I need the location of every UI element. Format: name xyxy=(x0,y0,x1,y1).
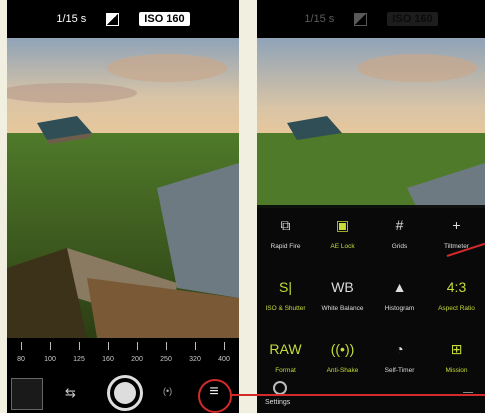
option-level[interactable]: + Tiltmeter xyxy=(428,213,485,263)
ruler-tick xyxy=(166,342,167,350)
option-label: Histogram xyxy=(384,305,415,312)
option-label: Aspect Ratio xyxy=(438,305,475,312)
timer-icon: ◔ xyxy=(395,341,404,357)
exposure-icon xyxy=(354,12,368,26)
iso-ruler[interactable]: 80 100 125 160 200 250 320 400 xyxy=(7,338,239,374)
mission-icon: ⊞ xyxy=(450,340,463,357)
option-camera-burst[interactable]: ⧉ Rapid Fire xyxy=(257,213,314,263)
right-camera-screen: 1/15 s ISO 160 ⧉ Rapid Fire ▣ AE Lock # Grids… xyxy=(257,0,485,413)
aspect-ratio-icon: 4:3 xyxy=(446,279,467,295)
option-label: Anti-Shake xyxy=(326,367,359,374)
ruler-label: 80 xyxy=(17,356,25,363)
callout-line xyxy=(230,394,485,396)
option-lock[interactable]: ▣ AE Lock xyxy=(314,213,371,263)
swap-icon[interactable]: ⇆ xyxy=(65,385,76,401)
ruler-tick xyxy=(224,342,225,350)
last-photo-thumbnail[interactable] xyxy=(11,378,43,410)
ruler-tick xyxy=(79,342,80,350)
landscape-photo xyxy=(257,38,485,208)
anti-shake-icon: ((•)) xyxy=(330,341,355,357)
ruler-label: 100 xyxy=(44,356,56,363)
landscape-photo xyxy=(7,38,239,338)
ruler-tick xyxy=(108,342,109,350)
ruler-label: 400 xyxy=(218,356,230,363)
shutter-inner xyxy=(114,382,136,404)
status-bar: 1/15 s ISO 160 xyxy=(257,0,485,38)
option-label: Self-Timer xyxy=(384,367,415,374)
iso-badge[interactable]: ISO 160 xyxy=(139,12,190,26)
option-label: Format xyxy=(275,367,296,374)
callout-circle xyxy=(198,379,232,413)
ruler-label: 250 xyxy=(160,356,172,363)
level-icon: + xyxy=(452,217,461,233)
ruler-label: 200 xyxy=(131,356,143,363)
camera-viewfinder[interactable] xyxy=(7,38,239,338)
option-grid[interactable]: # Grids xyxy=(371,213,428,263)
iso-badge: ISO 160 xyxy=(387,12,438,26)
lock-icon: ▣ xyxy=(335,216,350,233)
exposure-icon[interactable] xyxy=(106,12,120,26)
settings-label[interactable]: Settings xyxy=(265,399,290,406)
option-wb[interactable]: WB White Balance xyxy=(314,275,371,325)
status-bar: 1/15 s ISO 160 xyxy=(7,0,239,38)
live-photo-icon[interactable]: (•) xyxy=(163,386,172,396)
iso-shutter-icon: S| xyxy=(279,279,292,295)
histogram-icon: ▲ xyxy=(392,279,407,295)
ruler-label: 320 xyxy=(189,356,201,363)
option-iso-shutter[interactable]: S| ISO & Shutter xyxy=(257,275,314,325)
ruler-tick xyxy=(50,342,51,350)
options-grid: ⧉ Rapid Fire ▣ AE Lock # Grids + Tiltmeter S| ISO… xyxy=(257,213,485,387)
option-label: ISO & Shutter xyxy=(265,305,306,312)
options-panel: ⧉ Rapid Fire ▣ AE Lock # Grids + Tiltmeter S| ISO… xyxy=(257,205,485,413)
option-label: Rapid Fire xyxy=(270,243,301,250)
option-label: Grids xyxy=(391,243,408,250)
camera-burst-icon: ⧉ xyxy=(280,216,291,233)
close-menu-icon[interactable]: ═ xyxy=(463,385,473,401)
option-histogram[interactable]: ▲ Histogram xyxy=(371,275,428,325)
format-icon: RAW xyxy=(269,341,302,357)
ruler-label: 160 xyxy=(102,356,114,363)
shutter-speed-readout: 1/15 s xyxy=(304,13,335,25)
ruler-tick xyxy=(137,342,138,350)
option-label: AE Lock xyxy=(330,243,355,250)
ruler-tick xyxy=(195,342,196,350)
ruler-tick xyxy=(21,342,22,350)
option-aspect-ratio[interactable]: 4:3 Aspect Ratio xyxy=(428,275,485,325)
left-camera-screen: 1/15 s ISO 160 80 100 125 160 200 250 32… xyxy=(7,0,239,413)
grid-icon: # xyxy=(395,217,404,233)
ruler-label: 125 xyxy=(73,356,85,363)
camera-viewfinder xyxy=(257,38,485,208)
shutter-speed-readout[interactable]: 1/15 s xyxy=(56,13,86,25)
option-label: White Balance xyxy=(321,305,364,312)
settings-icon[interactable] xyxy=(273,381,287,395)
wb-icon: WB xyxy=(331,279,354,295)
option-label: Mission xyxy=(445,367,468,374)
shutter-button[interactable] xyxy=(107,375,143,411)
